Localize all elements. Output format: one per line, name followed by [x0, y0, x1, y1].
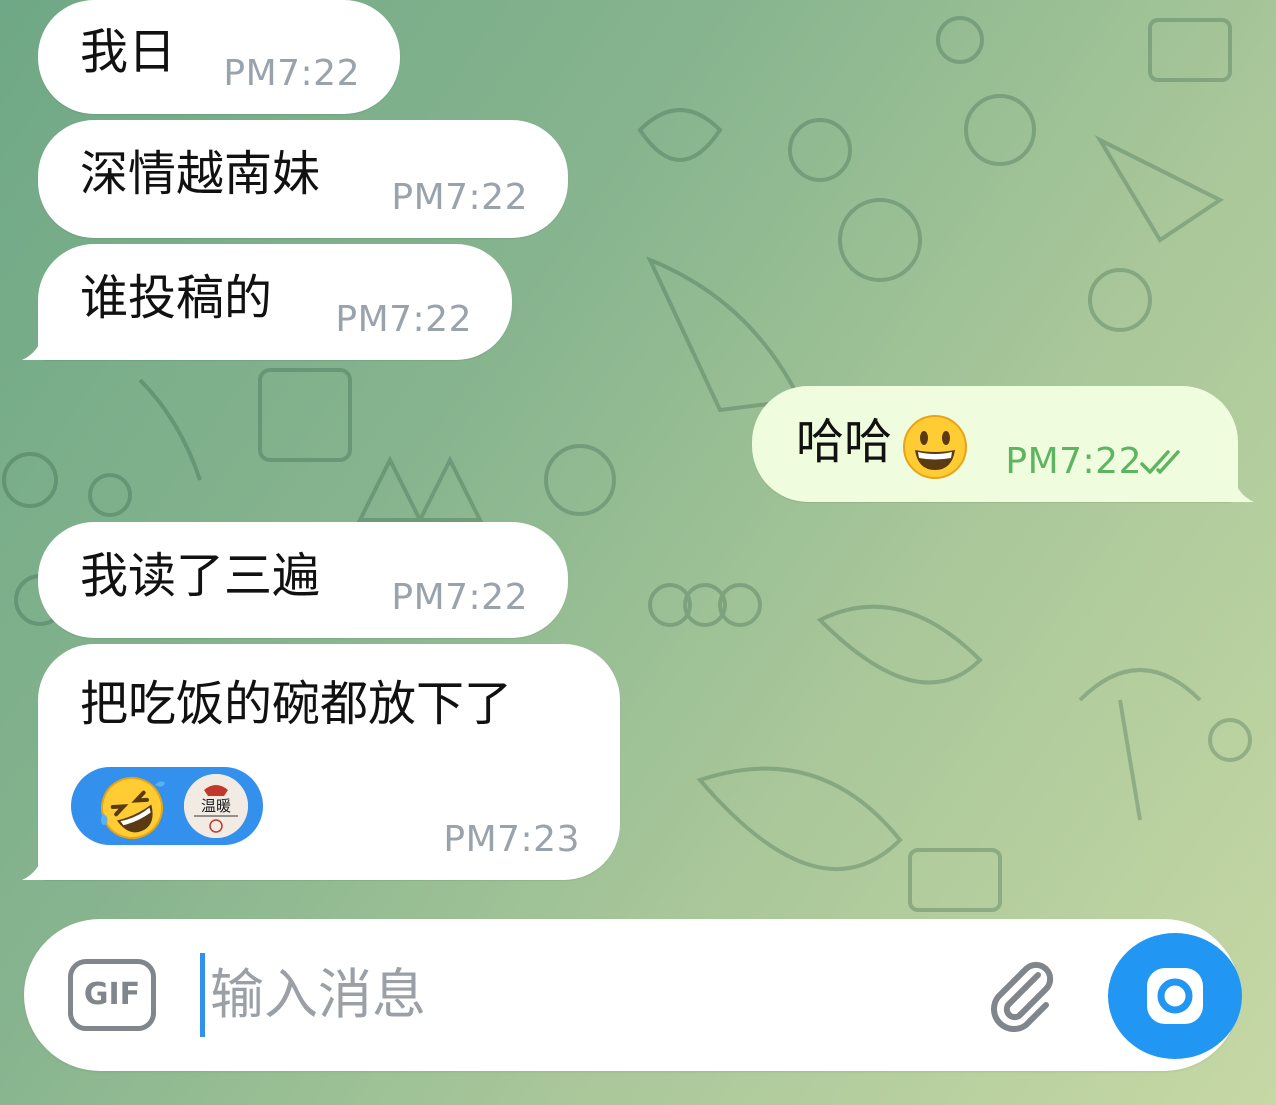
grinning-face-emoji-icon	[903, 415, 967, 479]
rolling-laughing-emoji-icon	[101, 777, 165, 839]
message-time: PM7:22	[391, 177, 528, 218]
message-input[interactable]	[210, 949, 910, 1039]
bubble-tail	[22, 330, 54, 360]
read-checkmarks-icon	[1140, 450, 1180, 474]
message-text-content: 哈哈	[796, 414, 893, 470]
paperclip-icon[interactable]	[980, 953, 1064, 1037]
svg-text:温暖: 温暖	[201, 797, 231, 815]
message-text: 深情越南妹	[80, 146, 321, 202]
message-bubble-2[interactable]: 深情越南妹 PM7:22	[38, 120, 568, 238]
message-text: 我读了三遍	[80, 548, 321, 604]
message-text: 把吃饭的碗都放下了	[80, 676, 513, 732]
message-bubble-3[interactable]: 谁投稿的 PM7:22	[38, 244, 512, 360]
message-bubble-1[interactable]: 我日 PM7:22	[38, 0, 400, 114]
message-text: 谁投稿的	[80, 270, 273, 326]
message-bubble-outgoing[interactable]: 哈哈 PM7:22	[752, 386, 1238, 502]
message-time: PM7:22	[1005, 441, 1142, 482]
message-time: PM7:23	[443, 819, 580, 860]
bubble-tail	[22, 850, 54, 880]
message-bubble-5[interactable]: 我读了三遍 PM7:22	[38, 522, 568, 638]
camera-button[interactable]	[1108, 933, 1242, 1059]
message-time: PM7:22	[335, 299, 472, 340]
message-time: PM7:22	[391, 577, 528, 618]
bubble-tail-outgoing	[1222, 472, 1254, 502]
avatar-image: 温暖	[184, 774, 248, 838]
camera-icon	[1147, 968, 1203, 1024]
message-bubble-6[interactable]: 把吃饭的碗都放下了 温暖 PM7:23	[38, 644, 620, 880]
message-time: PM7:22	[223, 53, 360, 94]
gif-button[interactable]: GIF	[68, 959, 156, 1031]
message-text: 哈哈	[796, 412, 892, 472]
reaction-pill[interactable]: 温暖	[71, 767, 263, 845]
message-text: 我日	[80, 24, 177, 80]
message-composer: GIF	[24, 919, 1240, 1071]
text-cursor	[200, 953, 205, 1037]
reaction-user-avatar[interactable]: 温暖	[184, 774, 248, 838]
